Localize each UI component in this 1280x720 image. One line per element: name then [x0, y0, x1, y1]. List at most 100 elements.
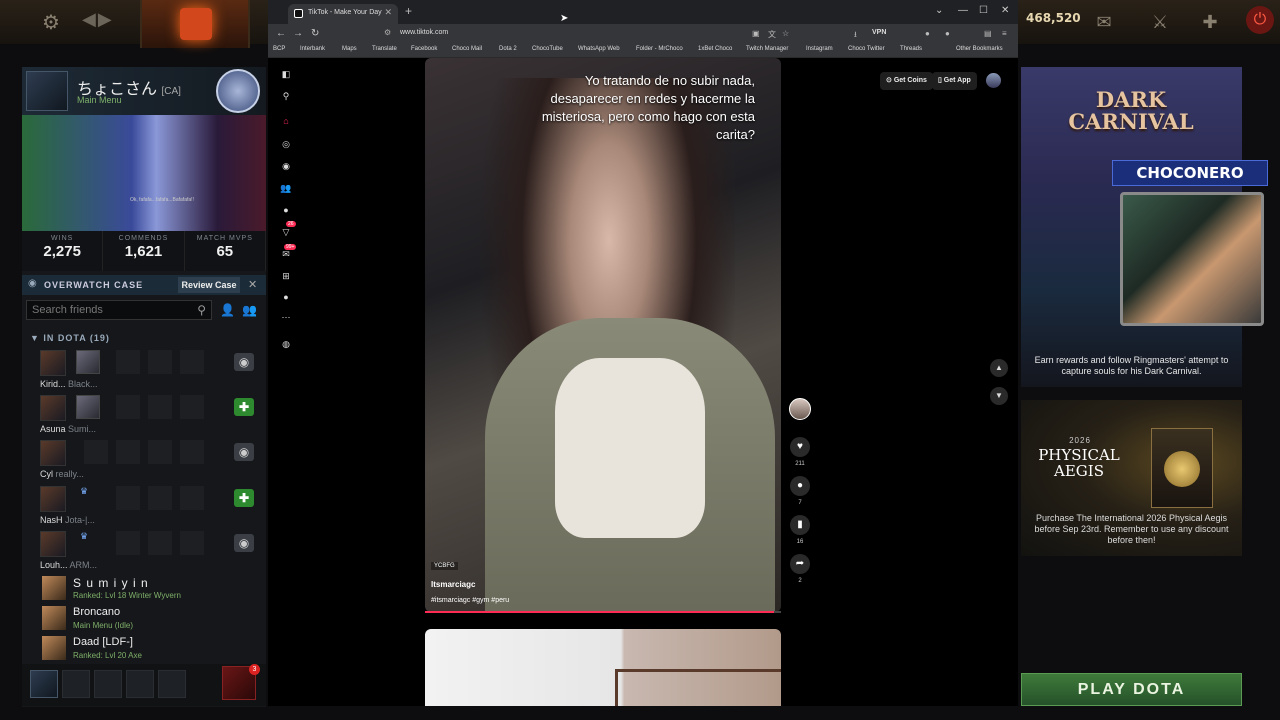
- more-icon[interactable]: ⋯: [279, 310, 293, 324]
- bookmark-item[interactable]: Choco Mail: [452, 46, 482, 52]
- get-coins-button[interactable]: ⊙ Get Coins: [880, 72, 933, 90]
- rank-medal-icon[interactable]: [216, 69, 260, 113]
- next-video-button[interactable]: ▼: [990, 387, 1008, 405]
- party-slot[interactable]: [94, 670, 122, 698]
- save-button[interactable]: ▮ 16: [788, 515, 812, 545]
- gear-icon[interactable]: ⚙: [42, 10, 60, 35]
- friends-icon[interactable]: 👥: [279, 181, 293, 195]
- close-window-icon[interactable]: ✕: [1001, 5, 1009, 16]
- friend-requests-icon[interactable]: 👥: [242, 303, 257, 317]
- bookmark-folder[interactable]: Other Bookmarks: [956, 46, 1003, 52]
- back-icon[interactable]: ←: [276, 28, 286, 39]
- explore-icon[interactable]: ◎: [279, 137, 293, 151]
- list-item[interactable]: S u m i y i n Ranked: Lvl 18 Winter Wyve…: [40, 576, 260, 606]
- sidebar-icon[interactable]: ▤: [984, 29, 992, 38]
- armory-icon[interactable]: ⚔: [1146, 8, 1174, 36]
- bookmark-item[interactable]: Folder - MrChoco: [636, 46, 683, 52]
- close-icon[interactable]: ✕: [384, 7, 392, 18]
- video-author[interactable]: Itsmarciagc: [431, 580, 475, 589]
- section-header[interactable]: ▼ IN DOTA (19): [30, 333, 110, 343]
- search-icon[interactable]: ⚲: [279, 89, 293, 103]
- bookmark-item[interactable]: Twitch Manager: [746, 46, 788, 52]
- bookmark-item[interactable]: Translate: [372, 46, 397, 52]
- bookmark-item[interactable]: Dota 2: [499, 46, 517, 52]
- join-party-button[interactable]: ✚: [234, 398, 254, 416]
- close-icon[interactable]: ✕: [248, 278, 257, 291]
- bookmark-item[interactable]: ChocoTube: [532, 46, 563, 52]
- address-bar[interactable]: ⚙ www.tiktok.com: [380, 27, 780, 41]
- upload-icon[interactable]: ⊞: [279, 269, 293, 283]
- aegis-promo[interactable]: 2026 PHYSICAL AEGIS Purchase The Interna…: [1021, 400, 1242, 556]
- bookmark-item[interactable]: WhatsApp Web: [578, 46, 620, 52]
- home-icon[interactable]: ⌂: [279, 114, 293, 128]
- bookmark-item[interactable]: BCP: [273, 46, 285, 52]
- site-info-icon[interactable]: ⚙: [384, 28, 391, 37]
- video-progress[interactable]: [425, 611, 781, 613]
- hero-showcase[interactable]: [22, 115, 266, 231]
- creator-avatar[interactable]: [788, 398, 812, 420]
- search-friends-input[interactable]: Search friends ⚲: [26, 300, 212, 320]
- following-icon[interactable]: ◉: [279, 159, 293, 173]
- list-item[interactable]: Cyl really... ◉: [36, 440, 256, 484]
- minimize-icon[interactable]: —: [958, 5, 968, 16]
- review-case-button[interactable]: Review Case: [178, 277, 240, 293]
- activity-icon[interactable]: ▽: [279, 225, 293, 239]
- next-video-preview[interactable]: [425, 629, 781, 706]
- share-button[interactable]: ➦ 2: [788, 554, 812, 584]
- list-item[interactable]: ♛ Louh... ARM... ◉: [36, 531, 256, 575]
- profile-header[interactable]: ちょこさん [CA] Main Menu: [22, 67, 266, 115]
- avatar[interactable]: [26, 71, 68, 111]
- extension-icon[interactable]: ●: [925, 29, 930, 38]
- bookmark-item[interactable]: Choco Twitter: [848, 46, 885, 52]
- back-forward-icon[interactable]: ◀▶: [82, 9, 114, 30]
- spectate-button[interactable]: ◉: [234, 534, 254, 552]
- bookmark-item[interactable]: Threads: [900, 46, 922, 52]
- new-tab-button[interactable]: +: [405, 4, 412, 18]
- spectate-button[interactable]: ◉: [234, 353, 254, 371]
- avatar[interactable]: [30, 670, 58, 698]
- plus-icon[interactable]: ✚: [1196, 8, 1224, 36]
- party-slot[interactable]: [62, 670, 90, 698]
- menu-icon[interactable]: ≡: [1002, 29, 1007, 38]
- live-icon[interactable]: ●: [279, 203, 293, 217]
- get-app-button[interactable]: ▯ Get App: [932, 72, 977, 90]
- like-button[interactable]: ♥ 211: [788, 437, 812, 467]
- screenshot-icon[interactable]: ▣: [752, 29, 760, 38]
- list-item[interactable]: Asuna Sumi... ✚: [36, 395, 256, 439]
- bookmark-item[interactable]: Interbank: [300, 46, 325, 52]
- tab-tiktok[interactable]: TikTok - Make Your Day ✕: [288, 4, 398, 24]
- previous-video-button[interactable]: ▲: [990, 359, 1008, 377]
- reload-icon[interactable]: ↻: [311, 28, 319, 39]
- list-item[interactable]: ♛ NasH Jota-|... ✚: [36, 486, 256, 530]
- video-player[interactable]: Yo tratando de no subir nada, desaparece…: [425, 58, 781, 612]
- dota-logo[interactable]: [140, 0, 250, 48]
- list-item[interactable]: Daad [LDF-] Ranked: Lvl 20 Axe: [40, 636, 260, 666]
- avatar[interactable]: [986, 73, 1001, 88]
- add-friend-icon[interactable]: 👤: [220, 303, 235, 317]
- forward-icon[interactable]: →: [293, 28, 303, 39]
- vpn-button[interactable]: VPN: [872, 29, 886, 36]
- translate-icon[interactable]: 文: [768, 29, 776, 40]
- chat-icon[interactable]: ✉: [1090, 8, 1118, 36]
- comment-button[interactable]: ● 7: [788, 476, 812, 506]
- power-icon[interactable]: ⏻: [1246, 6, 1274, 34]
- following-account-icon[interactable]: ◍: [279, 337, 293, 351]
- party-slot[interactable]: [126, 670, 154, 698]
- party-slot[interactable]: [158, 670, 186, 698]
- download-icon[interactable]: ⭳: [854, 29, 857, 43]
- bookmark-item[interactable]: Instagram: [806, 46, 833, 52]
- spectate-button[interactable]: ◉: [234, 443, 254, 461]
- extension-icon[interactable]: ●: [945, 29, 950, 38]
- list-item[interactable]: Broncano Main Menu (Idle): [40, 606, 260, 636]
- list-item[interactable]: Kirid... Black... ◉: [36, 350, 256, 394]
- tab-search-icon[interactable]: ⌄: [935, 5, 943, 16]
- maximize-icon[interactable]: ☐: [979, 5, 988, 16]
- bookmark-star-icon[interactable]: ☆: [782, 29, 789, 38]
- bookmark-item[interactable]: Maps: [342, 46, 357, 52]
- tiktok-logo-icon[interactable]: ◧: [279, 67, 293, 81]
- join-party-button[interactable]: ✚: [234, 489, 254, 507]
- bookmark-item[interactable]: Facebook: [411, 46, 437, 52]
- profile-icon[interactable]: ●: [279, 290, 293, 304]
- play-dota-button[interactable]: PLAY DOTA: [1021, 673, 1242, 706]
- bookmark-item[interactable]: 1xBet Choco: [698, 46, 732, 52]
